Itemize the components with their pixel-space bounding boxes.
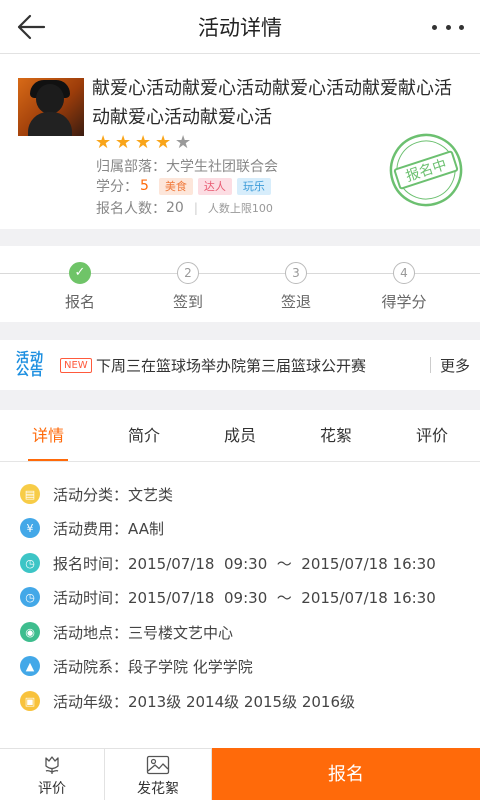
page-title: 活动详情: [198, 16, 282, 40]
signup-count: 20: [166, 200, 184, 216]
detail-fee: ¥ 活动费用： AA制: [20, 517, 164, 539]
announcement-text[interactable]: 下周三在篮球场举办院第三届篮球公开赛: [96, 355, 366, 376]
department-row: 归属部落：大学生社团联合会: [96, 159, 278, 175]
detail-list: ▤ 活动分类： 文艺类 ¥ 活动费用： AA制 ◷ 报名时间： 2015/07/18 …: [0, 462, 480, 748]
detail-grade: ▣ 活动年级： 2013级 2014级 2015级 2016级: [20, 690, 355, 712]
grade-icon: ▣: [20, 691, 40, 711]
new-badge: NEW: [60, 358, 92, 373]
progress-steps: ✓ 报名 2 签到 3 签退 4 得学分: [0, 246, 480, 322]
signup-count-row: 报名人数： 20 | 人数上限100: [96, 200, 273, 217]
detail-tabs: 详情 简介 成员 花絮 评价: [0, 410, 480, 462]
announcement-more-link[interactable]: 更多: [440, 355, 470, 376]
tag-food: 美食: [158, 177, 193, 195]
activity-thumbnail[interactable]: [18, 78, 84, 136]
star-icon: ★: [155, 132, 172, 153]
detail-faculty: ▲ 活动院系： 段子学院 化学学院: [20, 655, 253, 677]
faculty-icon: ▲: [20, 656, 40, 676]
rating-stars: ★ ★ ★ ★ ★: [95, 134, 195, 154]
announcement-bar[interactable]: 活动 公告 NEW 下周三在篮球场举办院第三届篮球公开赛 更多: [0, 340, 480, 390]
more-dots-icon: [432, 24, 437, 30]
star-icon: ★: [115, 132, 132, 153]
top-bar: 活动详情: [0, 0, 480, 54]
tab-members[interactable]: 成员: [192, 410, 288, 461]
announcement-logo-icon: 活动 公告: [16, 351, 45, 379]
step-checkout: 3 签退: [256, 262, 336, 312]
star-empty-icon: ★: [175, 132, 192, 153]
money-icon: ¥: [20, 518, 40, 538]
tab-reviews[interactable]: 评价: [384, 410, 480, 461]
step-signup: ✓ 报名: [40, 262, 120, 312]
image-icon: [146, 755, 170, 775]
star-icon: ★: [95, 132, 112, 153]
rate-button[interactable]: 评价: [0, 749, 105, 800]
bottom-action-bar: 评价 发花絮 报名: [0, 748, 480, 800]
detail-location: ◉ 活动地点： 三号楼文艺中心: [20, 621, 233, 643]
credit-row: 学分： 5 美食 达人 玩乐: [96, 176, 276, 196]
post-highlight-button[interactable]: 发花絮: [105, 749, 212, 800]
category-icon: ▤: [20, 484, 40, 504]
department-value[interactable]: 大学生社团联合会: [166, 159, 278, 175]
signup-button[interactable]: 报名: [212, 748, 480, 800]
registration-open-stamp: 报名中: [389, 133, 463, 207]
check-icon: ✓: [69, 262, 91, 284]
credit-value: 5: [140, 178, 149, 194]
tag-expert: 达人: [197, 177, 232, 195]
tag-fun: 玩乐: [236, 177, 271, 195]
flower-icon: [45, 756, 59, 774]
star-icon: ★: [135, 132, 152, 153]
signup-limit: 人数上限100: [207, 202, 273, 215]
clock-icon: ◷: [20, 553, 40, 573]
step-get-credit: 4 得学分: [364, 262, 444, 312]
tab-intro[interactable]: 简介: [96, 410, 192, 461]
detail-category: ▤ 活动分类： 文艺类: [20, 483, 173, 505]
tab-highlights[interactable]: 花絮: [288, 410, 384, 461]
clock-icon: ◷: [20, 587, 40, 607]
tab-details[interactable]: 详情: [0, 410, 96, 461]
more-button[interactable]: [428, 12, 468, 42]
step-checkin: 2 签到: [148, 262, 228, 312]
activity-title: 献爱心活动献爱心活动献爱心活动献爱献心活动献爱心活动献爱心活: [92, 78, 452, 128]
activity-info-card: 献爱心活动献爱心活动献爱心活动献爱献心活动献爱心活动献爱心活 ★ ★ ★ ★ ★…: [0, 54, 480, 229]
location-icon: ◉: [20, 622, 40, 642]
detail-signup-time: ◷ 报名时间： 2015/07/18 09:30 ～ 2015/07/18 16:…: [20, 552, 436, 574]
detail-activity-time: ◷ 活动时间： 2015/07/18 09:30 ～ 2015/07/18 16:…: [20, 586, 436, 608]
